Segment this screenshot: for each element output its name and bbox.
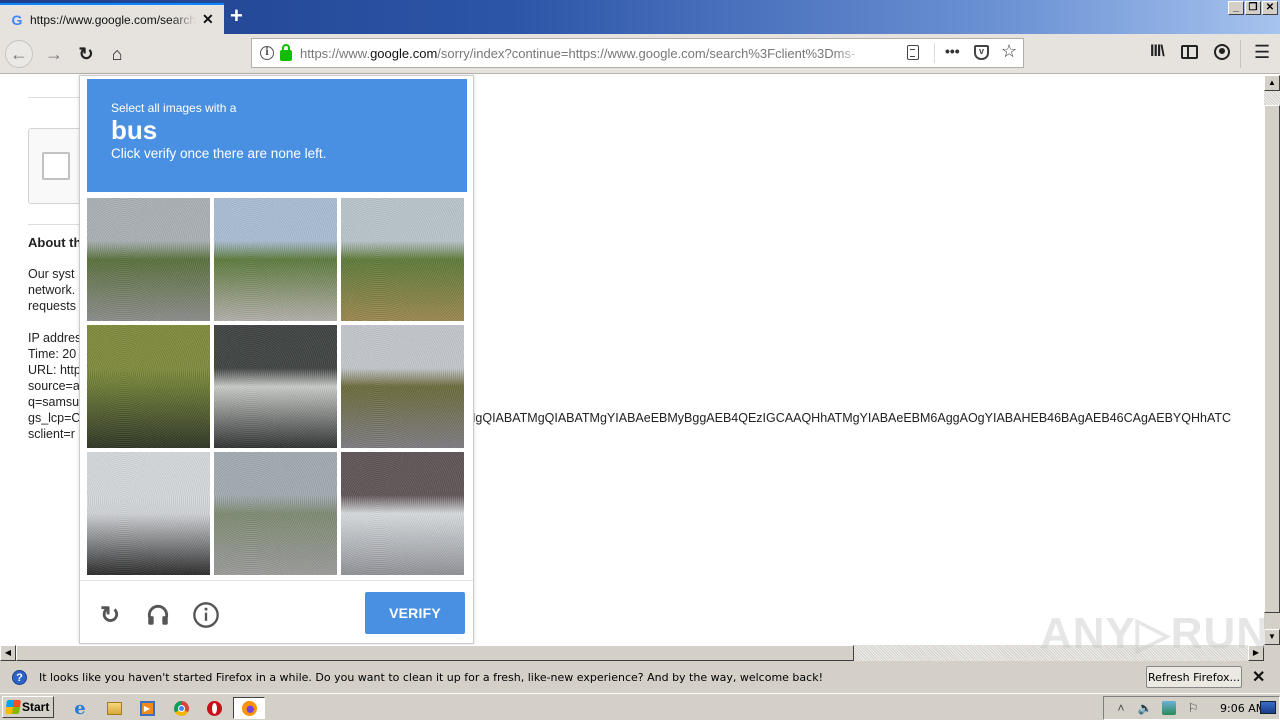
scroll-left-button[interactable]: ◀ xyxy=(0,645,16,661)
title-bar: G https://www.google.com/search?client=m… xyxy=(0,0,1280,34)
address-bar[interactable]: i https://www.google.com/sorry/index?con… xyxy=(251,38,1024,68)
image-grid xyxy=(87,198,467,575)
back-button[interactable]: ← xyxy=(5,40,33,68)
request-details: IP addres Time: 20 URL: http source=a q=… xyxy=(28,331,82,441)
reload-button[interactable]: ↻ xyxy=(72,40,100,68)
verify-button[interactable]: VERIFY xyxy=(365,592,465,634)
clock[interactable]: 9:06 AM xyxy=(1220,702,1265,715)
image-tile-1[interactable] xyxy=(87,198,210,321)
reload-challenge-icon[interactable]: ↻ xyxy=(96,601,124,629)
window-controls: _ ❐ ✕ xyxy=(1228,1,1278,15)
vertical-scrollbar[interactable]: ▲ ▼ xyxy=(1264,75,1280,645)
url-divider xyxy=(934,43,935,63)
file-explorer-icon[interactable] xyxy=(103,697,125,719)
navigation-toolbar: ← → ↻ ⌂ i https://www.google.com/sorry/i… xyxy=(0,34,1280,74)
volume-icon[interactable]: 🔈 xyxy=(1138,701,1153,715)
library-icon[interactable]: lll\ xyxy=(1150,43,1165,61)
bookmark-star-icon[interactable]: ☆ xyxy=(1001,41,1017,62)
tab-close-icon[interactable]: ✕ xyxy=(202,11,214,28)
opera-icon[interactable] xyxy=(203,697,225,719)
windows-logo-icon xyxy=(5,700,21,714)
image-tile-4[interactable] xyxy=(87,325,210,448)
system-tray: ˄ 🔈 ⚐ 9:06 AM xyxy=(1103,696,1280,720)
show-hidden-icons-chevron-icon[interactable]: ˄ xyxy=(1114,701,1128,715)
site-info-icon[interactable]: i xyxy=(260,46,274,60)
account-icon[interactable] xyxy=(1214,44,1230,60)
headphones-icon[interactable] xyxy=(144,601,172,629)
image-tile-3[interactable] xyxy=(341,198,464,321)
scroll-down-button[interactable]: ▼ xyxy=(1264,629,1280,645)
firefox-icon[interactable] xyxy=(233,697,265,719)
close-window-button[interactable]: ✕ xyxy=(1262,1,1278,15)
start-button[interactable]: Start xyxy=(2,696,54,718)
internet-explorer-icon[interactable]: e xyxy=(69,697,91,719)
secure-lock-icon[interactable] xyxy=(280,43,292,61)
info-icon[interactable] xyxy=(192,601,220,629)
sidebar-toggle-icon[interactable] xyxy=(1181,45,1198,59)
about-heading: About th xyxy=(28,235,82,250)
pocket-icon[interactable]: v xyxy=(974,45,989,60)
tab-title: https://www.google.com/search?client=ms-… xyxy=(30,12,196,27)
url-text[interactable]: https://www.google.com/sorry/index?conti… xyxy=(300,46,868,61)
scroll-up-button[interactable]: ▲ xyxy=(1264,75,1280,91)
image-tile-7[interactable] xyxy=(87,452,210,575)
recaptcha-checkbox[interactable] xyxy=(42,152,70,180)
image-tile-8[interactable] xyxy=(214,452,337,575)
notification-bar: ? It looks like you haven't started Fire… xyxy=(0,661,1280,693)
notification-close-icon[interactable]: ✕ xyxy=(1252,667,1265,687)
media-player-icon[interactable]: ▶ xyxy=(136,697,158,719)
restore-button[interactable]: ❐ xyxy=(1245,1,1261,15)
scroll-right-button[interactable]: ▶ xyxy=(1248,645,1264,661)
challenge-prompt: Select all images with a xyxy=(111,101,237,115)
new-tab-button[interactable]: + xyxy=(230,5,243,27)
browser-tab[interactable]: G https://www.google.com/search?client=m… xyxy=(0,3,224,34)
hamburger-menu-icon[interactable]: ☰ xyxy=(1254,42,1270,63)
question-info-icon: ? xyxy=(12,669,27,685)
toolbar-divider xyxy=(1240,40,1241,68)
home-button[interactable]: ⌂ xyxy=(103,40,131,68)
recaptcha-challenge-dialog: Select all images with a bus Click verif… xyxy=(79,75,474,644)
reader-view-icon[interactable] xyxy=(907,45,919,60)
challenge-header: Select all images with a bus Click verif… xyxy=(87,79,467,192)
page-actions-icon[interactable]: ••• xyxy=(945,43,960,59)
minimize-button[interactable]: _ xyxy=(1228,1,1244,15)
horizontal-scroll-thumb[interactable] xyxy=(16,645,854,661)
scroll-corner xyxy=(1264,645,1280,661)
vertical-scroll-thumb[interactable] xyxy=(1264,105,1280,613)
network-icon[interactable] xyxy=(1162,701,1176,715)
chrome-icon[interactable] xyxy=(170,697,192,719)
footer-divider xyxy=(80,580,473,581)
explanation-text: Our syst network. requests xyxy=(28,267,76,313)
challenge-instruction: Click verify once there are none left. xyxy=(111,146,327,161)
refresh-firefox-button[interactable]: Refresh Firefox... xyxy=(1146,666,1242,688)
action-center-flag-icon[interactable]: ⚐ xyxy=(1186,701,1200,715)
image-tile-2[interactable] xyxy=(214,198,337,321)
show-desktop-button[interactable] xyxy=(1260,701,1276,714)
query-string-text: MgQIABATMgQIABATMgYIABAeEBMyBggAEB4QEzIG… xyxy=(465,411,1232,425)
scroll-track[interactable] xyxy=(1264,91,1280,105)
image-tile-9[interactable] xyxy=(341,452,464,575)
challenge-target-word: bus xyxy=(111,115,158,145)
google-favicon-icon: G xyxy=(11,11,23,28)
image-tile-6[interactable] xyxy=(341,325,464,448)
windows-taskbar: Start e ▶ ˄ 🔈 ⚐ 9:06 AM xyxy=(0,693,1280,720)
horizontal-scrollbar[interactable]: ◀ ▶ xyxy=(0,645,1280,661)
notification-text: It looks like you haven't started Firefo… xyxy=(39,670,823,684)
image-tile-5[interactable] xyxy=(214,325,337,448)
forward-button[interactable]: → xyxy=(40,40,68,68)
